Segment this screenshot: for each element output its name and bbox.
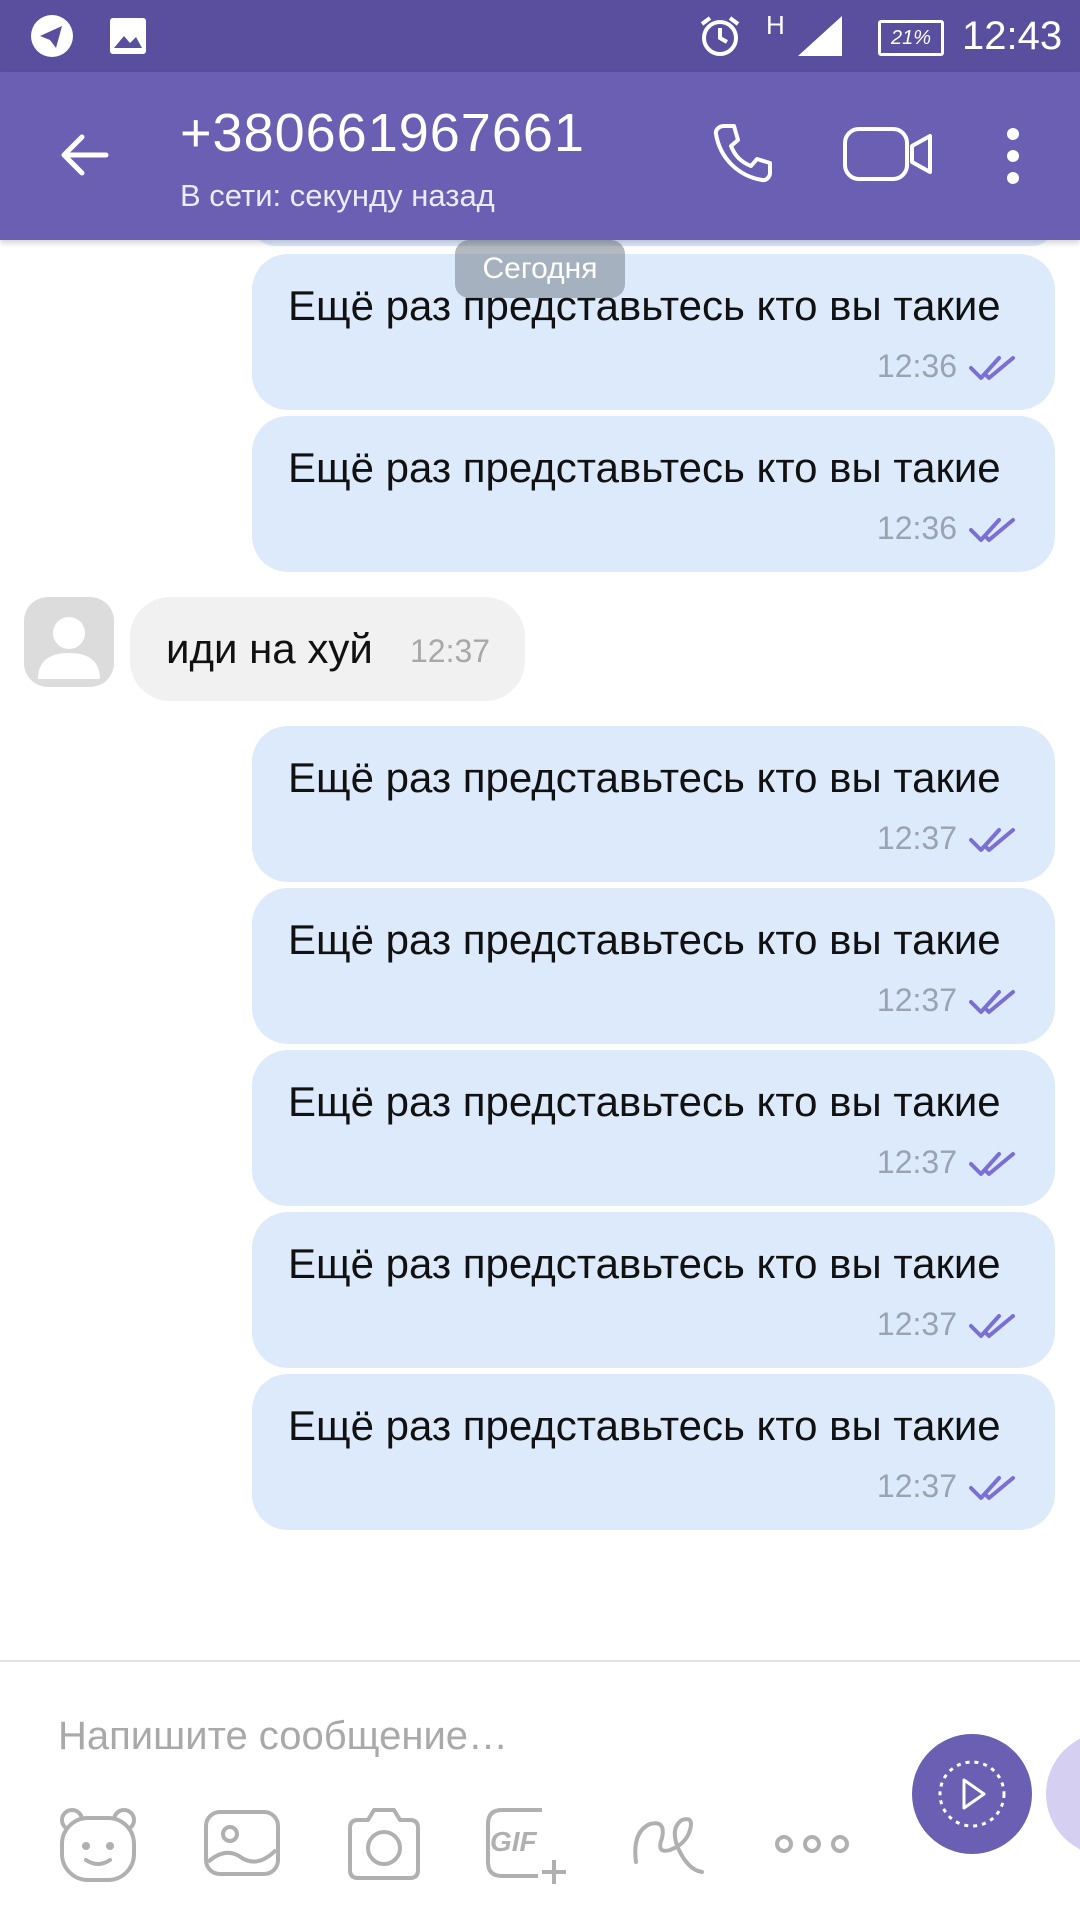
message-text: Ещё раз представьтесь кто вы такие xyxy=(288,1240,1001,1287)
message-time: 12:36 xyxy=(876,510,957,546)
read-ticks-icon xyxy=(969,1314,1015,1338)
message-time: 12:36 xyxy=(876,348,957,384)
doodle-icon[interactable] xyxy=(626,1802,710,1886)
outgoing-message[interactable]: Ещё раз представьтесь кто вы такие 12:36 xyxy=(252,416,1055,572)
more-options-icon[interactable] xyxy=(770,1802,854,1886)
outgoing-message[interactable]: Ещё раз представьтесь кто вы такие 12:37 xyxy=(252,1374,1055,1530)
message-text: Ещё раз представьтесь кто вы такие xyxy=(288,916,1001,963)
message-text: Ещё раз представьтесь кто вы такие xyxy=(288,1402,1001,1449)
telegram-icon xyxy=(31,15,73,57)
app-bar: +380661967661 В сети: секунду назад xyxy=(0,72,1080,240)
message-time: 12:37 xyxy=(876,1144,957,1180)
network-type: H xyxy=(766,10,785,40)
outgoing-message[interactable]: Ещё раз представьтесь кто вы такие 12:36 xyxy=(252,254,1055,410)
gif-label: GIF xyxy=(490,1826,537,1857)
read-ticks-icon xyxy=(969,990,1015,1014)
battery-level: 21% xyxy=(890,27,932,49)
more-icon[interactable] xyxy=(998,126,1028,186)
message-time: 12:37 xyxy=(410,633,491,669)
outgoing-message[interactable]: Ещё раз представьтесь кто вы такие 12:37 xyxy=(252,1212,1055,1368)
sticker-icon[interactable] xyxy=(56,1802,140,1886)
partial-outgoing-bubble xyxy=(252,240,1055,246)
read-ticks-icon xyxy=(969,1476,1015,1500)
message-time: 12:37 xyxy=(876,820,957,856)
clock: 12:43 xyxy=(962,14,1063,58)
gallery-icon[interactable] xyxy=(200,1802,284,1886)
message-input[interactable]: Напишите сообщение… xyxy=(0,1662,900,1782)
camera-icon[interactable] xyxy=(342,1802,426,1886)
gif-icon[interactable]: GIF xyxy=(482,1802,566,1886)
outgoing-message[interactable]: Ещё раз представьтесь кто вы такие 12:37 xyxy=(252,726,1055,882)
video-icon[interactable] xyxy=(842,124,934,184)
message-time: 12:37 xyxy=(876,1468,957,1504)
status-bar: H 21% 12:43 xyxy=(0,0,1080,72)
message-text: Ещё раз представьтесь кто вы такие xyxy=(288,444,1001,491)
message-text: Ещё раз представьтесь кто вы такие xyxy=(288,754,1001,801)
avatar[interactable] xyxy=(24,597,114,687)
message-time: 12:37 xyxy=(876,982,957,1018)
voice-record-button[interactable] xyxy=(910,1732,1034,1856)
contact-title[interactable]: +380661967661 xyxy=(180,102,585,164)
phone-icon[interactable] xyxy=(710,120,776,186)
message-text: Ещё раз представьтесь кто вы такие xyxy=(288,282,1001,329)
contact-status: В сети: секунду назад xyxy=(180,178,495,213)
date-divider: Сегодня xyxy=(455,240,625,298)
read-ticks-icon xyxy=(969,1152,1015,1176)
read-ticks-icon xyxy=(969,356,1015,380)
composer: Напишите сообщение… GIF xyxy=(0,1660,1080,1922)
read-ticks-icon xyxy=(969,828,1015,852)
alarm-icon xyxy=(700,16,740,56)
outgoing-message[interactable]: Ещё раз представьтесь кто вы такие 12:37 xyxy=(252,1050,1055,1206)
incoming-message[interactable]: иди на хуй 12:37 xyxy=(130,597,525,701)
message-time: 12:37 xyxy=(876,1306,957,1342)
outgoing-message[interactable]: Ещё раз представьтесь кто вы такие 12:37 xyxy=(252,888,1055,1044)
signal-icon xyxy=(798,16,842,56)
message-input-placeholder: Напишите сообщение… xyxy=(58,1714,509,1758)
read-ticks-icon xyxy=(969,518,1015,542)
battery-icon: 21% xyxy=(878,20,944,56)
message-text: Ещё раз представьтесь кто вы такие xyxy=(288,1078,1001,1125)
message-text: иди на хуй xyxy=(166,625,373,672)
secondary-action-button[interactable] xyxy=(1046,1732,1080,1856)
message-list[interactable]: Ещё раз представьтесь кто вы такие 12:36… xyxy=(0,240,1080,1660)
back-icon[interactable] xyxy=(56,127,112,183)
gallery-icon xyxy=(110,18,146,54)
